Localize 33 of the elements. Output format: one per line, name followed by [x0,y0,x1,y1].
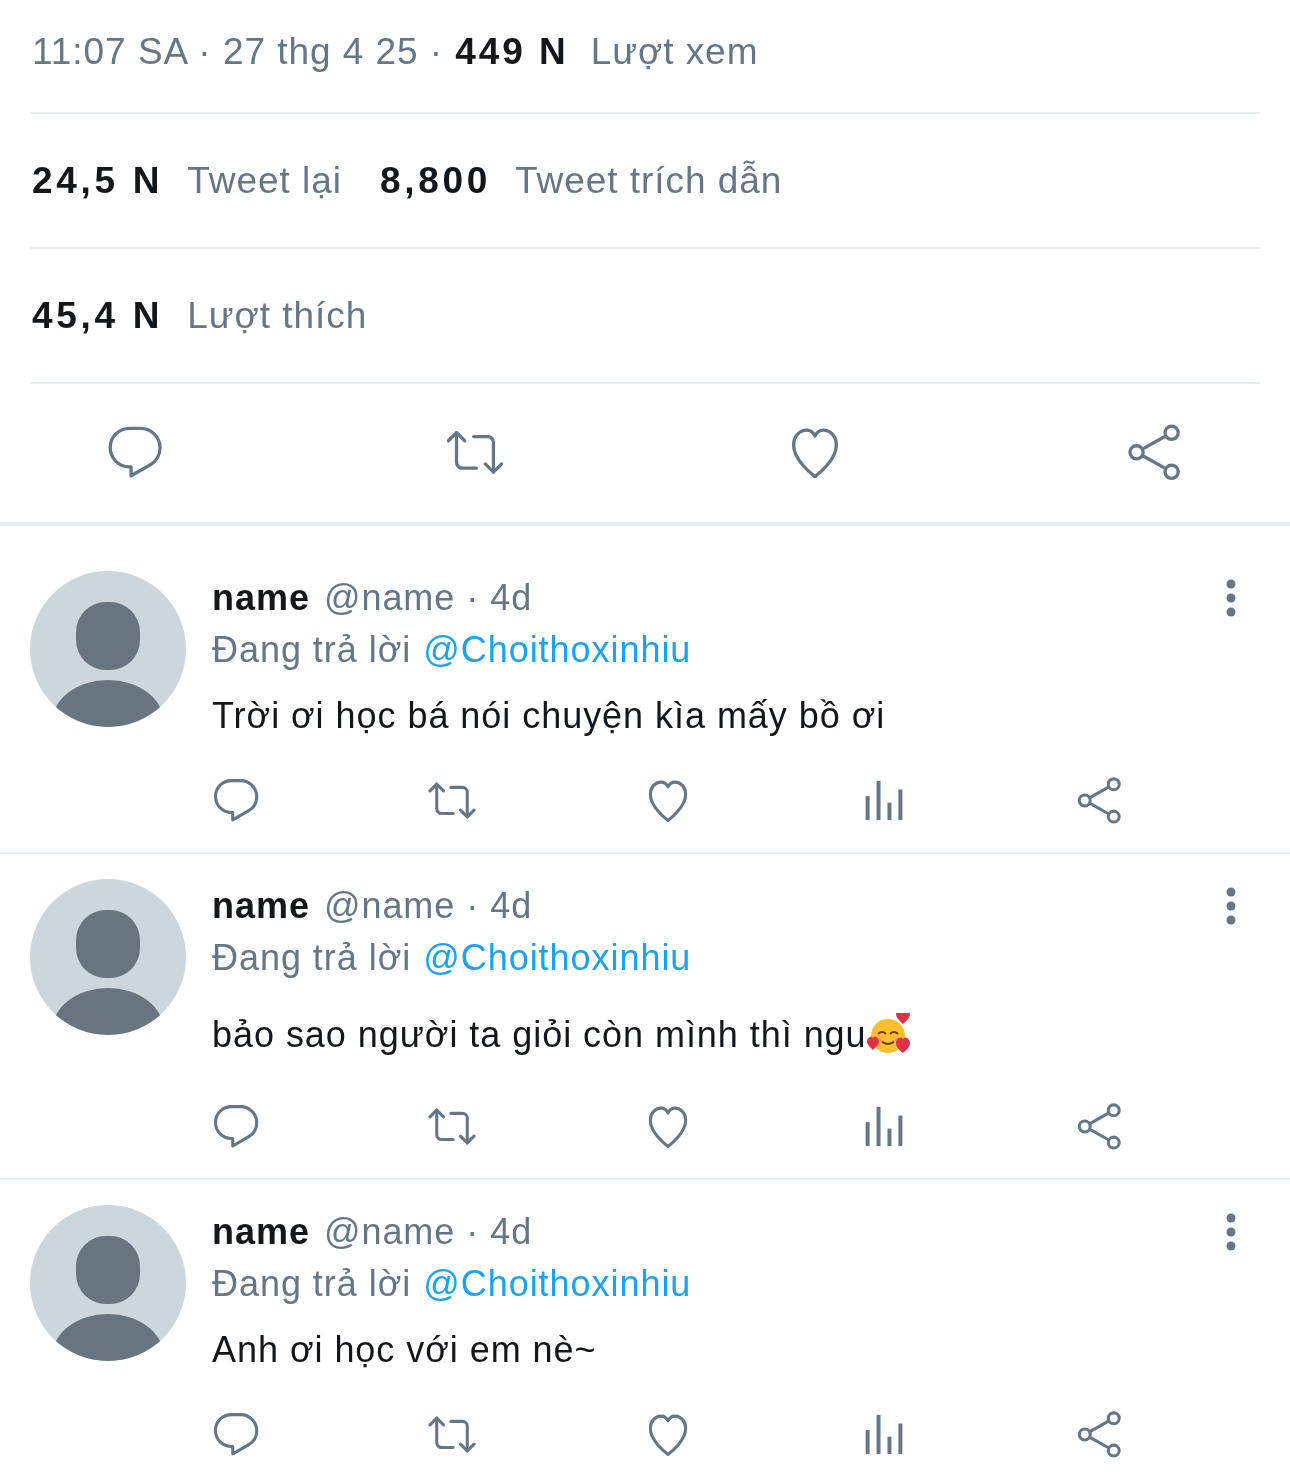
more-button[interactable] [1226,579,1236,617]
share-icon [1076,1103,1124,1151]
share-icon [1076,1411,1124,1459]
reply-text: Trời ơi học bá nói chuyện kìa mấy bồ ơi [212,695,886,737]
avatar-silhouette-icon [30,571,186,727]
share-button[interactable] [1076,777,1124,825]
handle-time-text: @name · 4d [323,885,533,927]
stat-link[interactable]: 45,4 N Lượt thích [32,294,368,337]
view-count: 449 N [455,31,569,73]
timestamp-text: 11:07 SA · 27 thg 4 25 · [32,31,444,73]
vertical-dots-icon [1226,579,1236,617]
stat-link[interactable]: 8,800 Tweet trích dẫn [379,159,783,202]
replying-to-text: Đang trả lời @Choithoxinhiu [212,937,692,979]
avatar-silhouette-icon [30,1205,186,1361]
replying-to-text: Đang trả lời @Choithoxinhiu [212,629,692,671]
more-button[interactable] [1226,1213,1236,1251]
handle-time-text: @name · 4d [323,1211,533,1253]
handle-time-text: @name · 4d [323,577,533,619]
author-name: name [212,885,310,927]
avatar-silhouette-icon [30,879,186,1035]
share-button[interactable] [1076,1411,1124,1459]
share-icon [1076,777,1124,825]
view-label: Lượt xem [590,31,759,73]
reply-text: Anh ơi học với em nè~ [212,1329,597,1371]
reply-text: bảo sao người ta giỏi còn mình thì ngu [212,1014,867,1056]
more-button[interactable] [1226,887,1236,925]
vertical-dots-icon [1226,887,1236,925]
replying-to-text: Đang trả lời @Choithoxinhiu [212,1263,692,1305]
stat-link[interactable]: 24,5 N Tweet lại [32,159,342,202]
vertical-dots-icon [1226,1213,1236,1251]
share-button[interactable] [1076,1103,1124,1151]
author-name: name [212,1211,310,1253]
author-name: name [212,577,310,619]
